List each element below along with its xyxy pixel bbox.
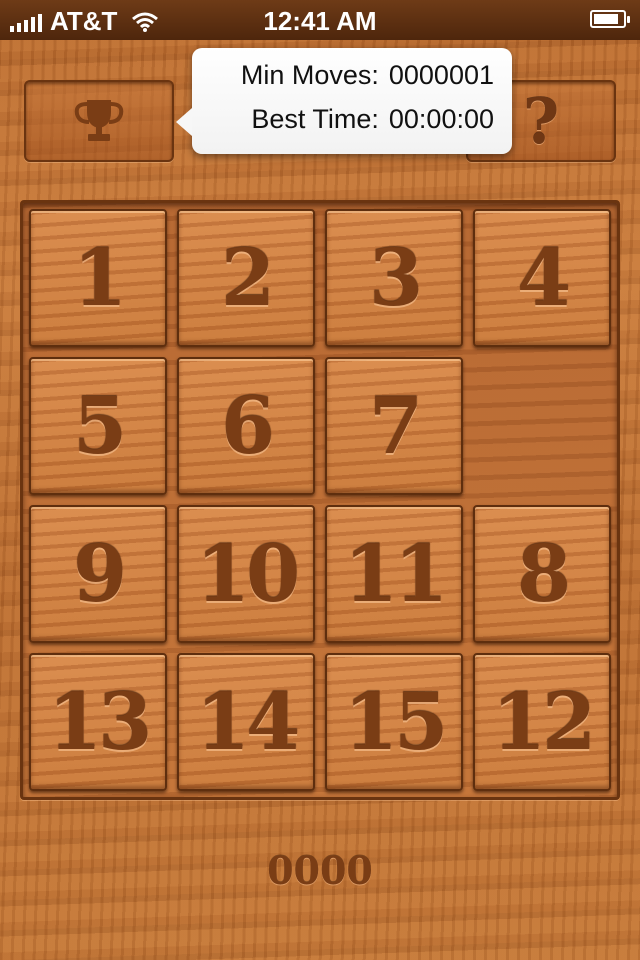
min-moves-row: Min Moves: 0000001 xyxy=(241,60,494,91)
puzzle-tile[interactable]: 4 xyxy=(473,209,611,347)
puzzle-tile[interactable]: 3 xyxy=(325,209,463,347)
min-moves-label: Min Moves: xyxy=(240,60,379,90)
puzzle-tile[interactable]: 10 xyxy=(177,505,315,643)
puzzle-tile[interactable]: 2 xyxy=(177,209,315,347)
puzzle-tile[interactable]: 15 xyxy=(325,653,463,791)
battery-icon xyxy=(590,10,630,28)
best-time-row: Best Time: 00:00:00 xyxy=(251,104,494,135)
puzzle-tile[interactable]: 11 xyxy=(325,505,463,643)
status-time: 12:41 AM xyxy=(263,6,377,36)
puzzle-tile[interactable]: 5 xyxy=(29,357,167,495)
best-time-value: 00:00:00 xyxy=(388,104,494,134)
puzzle-tile[interactable]: 9 xyxy=(29,505,167,643)
records-button[interactable] xyxy=(24,80,174,162)
puzzle-board: 1 2 3 4 5 6 7 9 10 11 8 13 14 15 12 xyxy=(20,200,620,800)
puzzle-tile[interactable]: 1 xyxy=(29,209,167,347)
help-question-icon: ? xyxy=(522,84,560,158)
move-counter: 0000 xyxy=(267,848,373,893)
puzzle-tile[interactable]: 6 xyxy=(177,357,315,495)
puzzle-tile[interactable]: 12 xyxy=(473,653,611,791)
status-bar: AT&T 12:41 AM xyxy=(0,0,640,40)
puzzle-tile[interactable]: 13 xyxy=(29,653,167,791)
puzzle-tile[interactable]: 14 xyxy=(177,653,315,791)
trophy-icon xyxy=(74,100,124,141)
best-time-label: Best Time: xyxy=(251,104,379,134)
puzzle-tile[interactable]: 8 xyxy=(473,505,611,643)
puzzle-tile[interactable]: 7 xyxy=(325,357,463,495)
records-popover: Min Moves: 0000001 Best Time: 00:00:00 xyxy=(176,48,512,154)
min-moves-value: 0000001 xyxy=(388,60,494,90)
